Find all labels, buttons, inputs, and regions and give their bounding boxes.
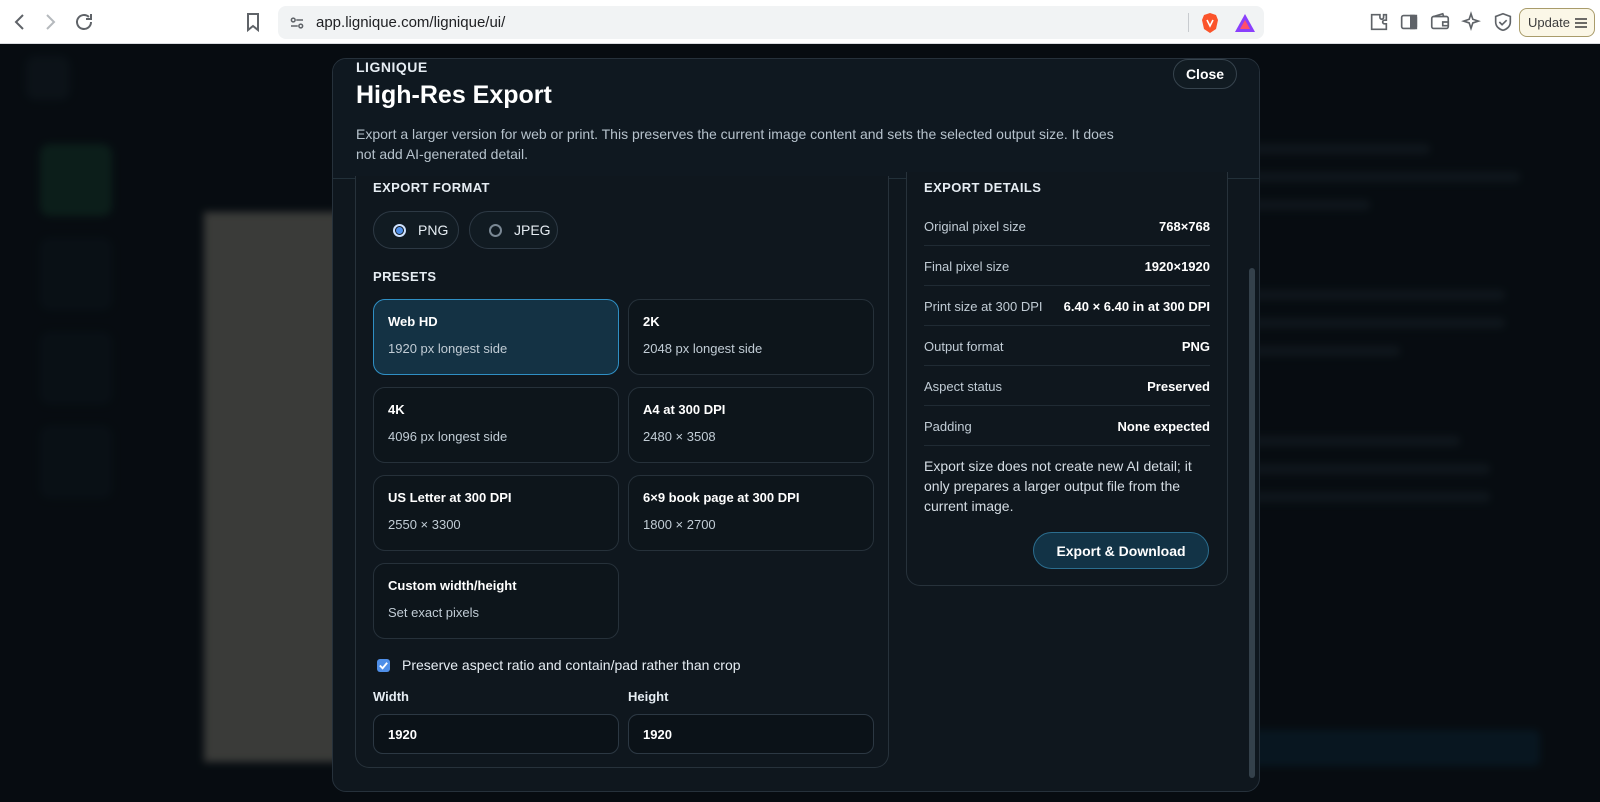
preset-name: Custom width/height (388, 578, 517, 593)
preset-web-hd[interactable]: Web HD 1920 px longest side (373, 299, 619, 375)
preset-6x9-book-300dpi[interactable]: 6×9 book page at 300 DPI 1800 × 2700 (628, 475, 874, 551)
modal-scrollbar[interactable] (1249, 93, 1255, 787)
detail-key: Final pixel size (924, 259, 1010, 274)
preset-name: A4 at 300 DPI (643, 402, 726, 417)
detail-key: Original pixel size (924, 219, 1026, 234)
wallet-icon[interactable] (1429, 11, 1451, 33)
detail-key: Aspect status (924, 379, 1003, 394)
preset-us-letter-300dpi[interactable]: US Letter at 300 DPI 2550 × 3300 (373, 475, 619, 551)
preset-description: 1920 px longest side (388, 341, 508, 356)
brave-shields-icon[interactable] (1200, 12, 1220, 34)
detail-row-aspect-status: Aspect status Preserved (924, 366, 1210, 406)
presets-label: PRESETS (373, 269, 437, 284)
radio-selected-icon (393, 223, 406, 237)
leo-ai-icon[interactable] (1460, 11, 1482, 33)
preset-name: 2K (643, 314, 660, 329)
url-text: app.lignique.com/lignique/ui/ (316, 14, 506, 31)
export-note: Export size does not create new AI detai… (924, 458, 1192, 514)
height-label: Height (628, 689, 669, 704)
preset-name: US Letter at 300 DPI (388, 490, 512, 505)
preset-description: 4096 px longest side (388, 429, 508, 444)
export-details-label: EXPORT DETAILS (924, 180, 1042, 195)
sidebar-icon[interactable] (1398, 11, 1420, 33)
brand-label: LIGNIQUE (356, 59, 428, 75)
modal-header: LIGNIQUE High-Res Export Export a larger… (333, 59, 1259, 179)
preset-name: 6×9 book page at 300 DPI (643, 490, 800, 505)
detail-value: Preserved (1147, 379, 1210, 394)
preserve-aspect-checkbox[interactable] (377, 658, 390, 672)
detail-row-print-size: Print size at 300 DPI 6.40 × 6.40 in at … (924, 286, 1210, 326)
detail-key: Print size at 300 DPI (924, 299, 1043, 314)
detail-row-padding: Padding None expected (924, 406, 1210, 446)
radio-unselected-icon (489, 223, 502, 237)
format-option-png[interactable]: PNG (373, 211, 459, 249)
preserve-aspect-label: Preserve aspect ratio and contain/pad ra… (402, 657, 741, 673)
back-icon[interactable] (8, 10, 32, 34)
scrollbar-thumb[interactable] (1249, 268, 1255, 778)
detail-key: Output format (924, 339, 1004, 354)
format-option-label: JPEG (514, 222, 551, 238)
preset-description: 2048 px longest side (643, 341, 763, 356)
export-format-label: EXPORT FORMAT (373, 180, 490, 195)
preset-description: 2550 × 3300 (388, 517, 461, 532)
detail-value: PNG (1181, 339, 1210, 354)
width-label: Width (373, 689, 409, 704)
menu-icon (1575, 18, 1587, 28)
preset-2k[interactable]: 2K 2048 px longest side (628, 299, 874, 375)
format-option-jpeg[interactable]: JPEG (469, 211, 558, 249)
preset-4k[interactable]: 4K 4096 px longest side (373, 387, 619, 463)
extensions-icon[interactable] (1368, 11, 1390, 33)
height-input[interactable] (628, 714, 874, 754)
width-input[interactable] (373, 714, 619, 754)
detail-value: 768×768 (1159, 219, 1210, 234)
preset-description: Set exact pixels (388, 605, 480, 620)
close-button[interactable]: Close (1173, 59, 1237, 89)
detail-row-output-format: Output format PNG (924, 326, 1210, 366)
site-settings-icon[interactable] (288, 14, 306, 32)
detail-key: Padding (924, 419, 972, 434)
format-option-label: PNG (418, 222, 449, 238)
preset-a4-300dpi[interactable]: A4 at 300 DPI 2480 × 3508 (628, 387, 874, 463)
update-label: Update (1528, 15, 1570, 30)
detail-row-original-size: Original pixel size 768×768 (924, 206, 1210, 246)
detail-value: 1920×1920 (1144, 259, 1210, 274)
preset-description: 2480 × 3508 (643, 429, 716, 444)
brave-rewards-icon[interactable] (1234, 13, 1256, 33)
preset-custom[interactable]: Custom width/height Set exact pixels (373, 563, 619, 639)
bookmark-icon[interactable] (241, 10, 265, 34)
preset-name: 4K (388, 402, 405, 417)
checkmark-icon (379, 661, 388, 670)
preset-description: 1800 × 2700 (643, 517, 716, 532)
preset-name: Web HD (388, 314, 438, 329)
update-button[interactable]: Update (1519, 8, 1595, 37)
address-bar[interactable]: app.lignique.com/lignique/ui/ (278, 6, 1264, 39)
vpn-shield-icon[interactable] (1492, 11, 1514, 33)
detail-value: 6.40 × 6.40 in at 300 DPI (1063, 299, 1210, 314)
modal-title: High-Res Export (356, 81, 552, 109)
export-settings-panel (355, 176, 889, 768)
browser-toolbar: app.lignique.com/lignique/ui/ Update (0, 0, 1600, 44)
detail-row-final-size: Final pixel size 1920×1920 (924, 246, 1210, 286)
modal-description: Export a larger version for web or print… (356, 126, 1114, 162)
detail-value: None expected (1117, 419, 1210, 434)
url-divider (1188, 13, 1189, 32)
preserve-aspect-row: Preserve aspect ratio and contain/pad ra… (377, 657, 741, 673)
export-download-button[interactable]: Export & Download (1033, 532, 1209, 569)
reload-icon[interactable] (72, 10, 96, 34)
forward-icon[interactable] (38, 10, 62, 34)
